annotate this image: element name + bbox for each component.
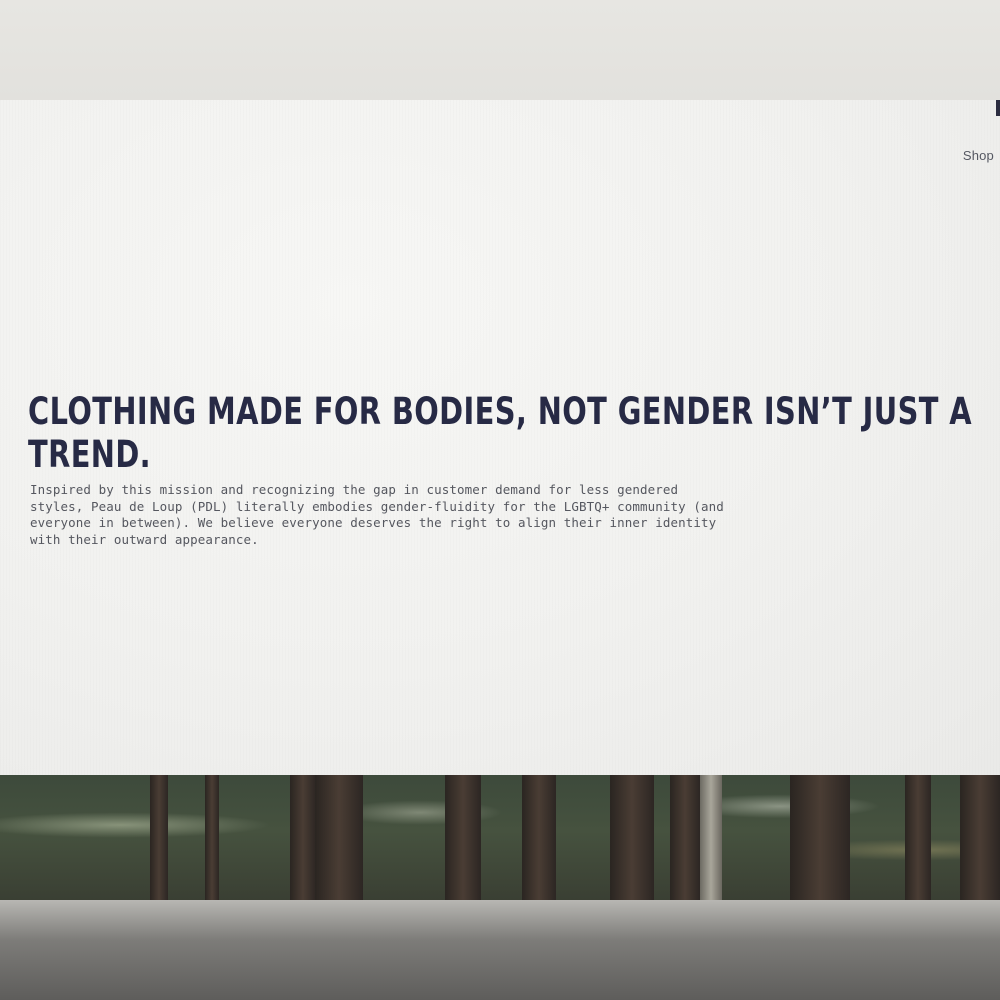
monitor-top-bezel	[0, 0, 1000, 100]
tree-trunk	[445, 775, 481, 900]
tree-trunk	[522, 775, 556, 900]
tree-trunk	[905, 775, 931, 900]
tree-trunk	[960, 775, 1000, 900]
hero-section: CLOTHING MADE FOR BODIES, NOT GENDER ISN…	[28, 390, 988, 548]
tree-trunk	[790, 775, 850, 900]
nav-link-shop[interactable]: Shop	[963, 148, 994, 163]
website-screen: Shop CLOTHING MADE FOR BODIES, NOT GENDE…	[0, 100, 1000, 775]
monitor-bottom-bezel	[0, 900, 1000, 1000]
forest-banner-image	[0, 775, 1000, 900]
tree-trunk	[315, 775, 363, 900]
tree-trunk	[700, 775, 722, 900]
tree-trunk	[290, 775, 316, 900]
tree-trunk	[610, 775, 654, 900]
tree-trunk	[205, 775, 219, 900]
hero-headline: CLOTHING MADE FOR BODIES, NOT GENDER ISN…	[28, 390, 973, 476]
tree-trunk	[150, 775, 168, 900]
tree-trunk	[670, 775, 700, 900]
nav-edge-mark	[996, 100, 1000, 116]
hero-body-text: Inspired by this mission and recognizing…	[30, 482, 724, 547]
photo-frame: Shop CLOTHING MADE FOR BODIES, NOT GENDE…	[0, 0, 1000, 1000]
